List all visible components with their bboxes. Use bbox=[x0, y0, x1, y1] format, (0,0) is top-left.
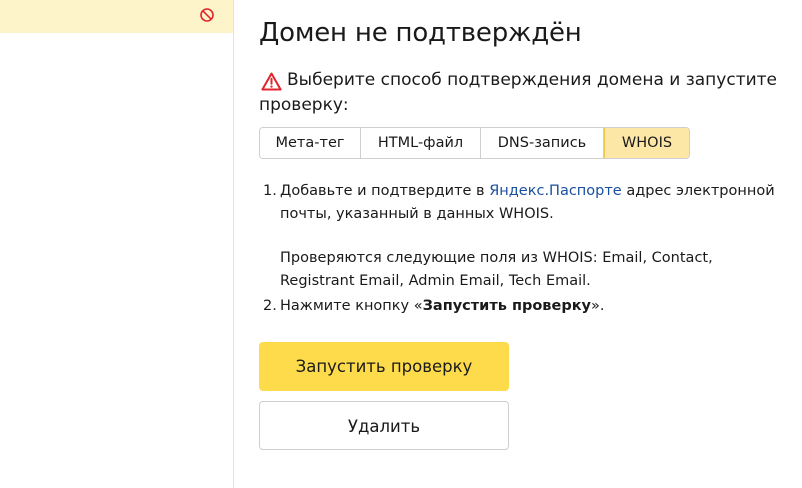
step-1-number: 1. bbox=[263, 183, 277, 199]
instruction-steps: 1. Добавьте и подтвердите в Яндекс.Паспо… bbox=[263, 180, 793, 318]
step-2-number: 2. bbox=[263, 298, 277, 314]
step-2-text: Нажмите кнопку «Запустить проверку». bbox=[280, 295, 793, 318]
step-1-line-2: почты, указанный в данных WHOIS. bbox=[280, 205, 554, 222]
step-1-text-after: адрес электронной bbox=[621, 183, 775, 199]
step-2: 2. Нажмите кнопку «Запустить проверку». bbox=[263, 295, 793, 318]
domain-verification-panel: Домен не подтверждён Выберите способ под… bbox=[259, 0, 799, 488]
sidebar-item-selected[interactable] bbox=[0, 0, 233, 33]
step-2-bold-text: Запустить проверку bbox=[422, 298, 591, 314]
delete-button[interactable]: Удалить bbox=[259, 401, 509, 450]
yandex-link[interactable]: Яндекс bbox=[489, 183, 544, 199]
tab-dns-record[interactable]: DNS-запись bbox=[481, 128, 604, 158]
passport-link[interactable]: Паспорте bbox=[549, 183, 622, 199]
step-1-note-line-2: Registrant Email, Admin Email, Tech Emai… bbox=[280, 272, 591, 289]
step-1: 1. Добавьте и подтвердите в Яндекс.Паспо… bbox=[263, 180, 793, 292]
warning-message: Выберите способ подтверждения домена и з… bbox=[259, 68, 793, 118]
sidebar bbox=[0, 0, 234, 488]
warning-line-1: Выберите способ подтверждения домена и з… bbox=[287, 70, 778, 90]
step-1-text-before: Добавьте и подтвердите в bbox=[280, 183, 490, 199]
page-title: Домен не подтверждён bbox=[259, 18, 582, 48]
step-2-text-after: ». bbox=[591, 298, 605, 314]
warning-triangle-icon bbox=[261, 72, 282, 91]
step-1-line-1: Добавьте и подтвердите в Яндекс.Паспорте… bbox=[280, 180, 793, 203]
tab-whois[interactable]: WHOIS bbox=[604, 128, 689, 158]
run-check-button[interactable]: Запустить проверку bbox=[259, 342, 509, 391]
tab-meta-tag[interactable]: Мета-тег bbox=[260, 128, 361, 158]
verification-method-tabs: Мета-тег HTML-файл DNS-запись WHOIS bbox=[259, 127, 690, 159]
warning-line-2: проверку: bbox=[259, 95, 349, 115]
step-2-text-before: Нажмите кнопку « bbox=[280, 298, 423, 314]
step-1-note-line-1: Проверяются следующие поля из WHOIS: Ema… bbox=[280, 250, 713, 266]
block-icon bbox=[200, 8, 214, 22]
tab-html-file[interactable]: HTML-файл bbox=[361, 128, 481, 158]
